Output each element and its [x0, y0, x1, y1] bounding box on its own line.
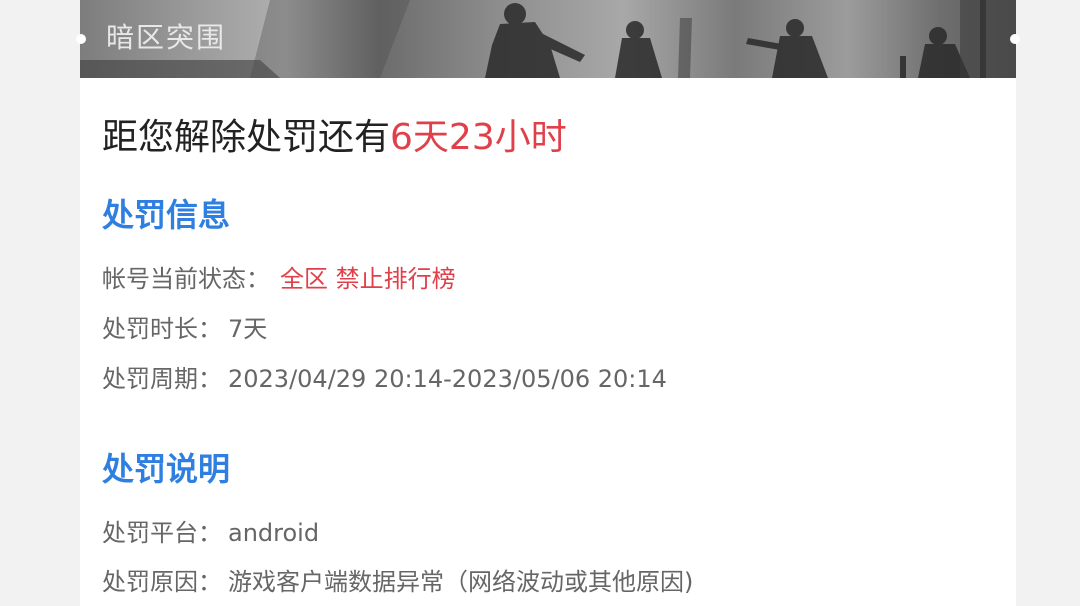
desc-row-platform: 处罚平台： android: [102, 516, 319, 550]
carousel-dot-left: [76, 34, 86, 44]
desc-row-label: 处罚平台：: [102, 519, 222, 547]
game-title: 暗区突围: [106, 21, 227, 54]
countdown-prefix: 距您解除处罚还有: [102, 117, 391, 158]
info-row-label: 处罚时长：: [102, 315, 222, 343]
reason-value: 游戏客户端数据异常（网络波动或其他原因): [228, 568, 694, 596]
desc-row-label: 处罚原因：: [102, 568, 222, 596]
desc-row-reason: 处罚原因： 游戏客户端数据异常（网络波动或其他原因): [102, 565, 693, 599]
penalty-countdown: 距您解除处罚还有6天23小时: [102, 112, 567, 164]
account-status-value: 全区 禁止排行榜: [280, 265, 456, 293]
penalty-info-title: 处罚信息: [102, 196, 231, 234]
carousel-dot-right: [1010, 34, 1020, 44]
duration-value: 7天: [228, 315, 268, 343]
penalty-card: 暗区突围 距您解除处罚还有6天23小时 处罚信息 帐号当前状态： 全区 禁止排行榜…: [80, 0, 1016, 606]
platform-value: android: [228, 519, 320, 547]
info-row-label: 帐号当前状态：: [102, 265, 270, 293]
info-row-period: 处罚周期： 2023/04/29 20:14-2023/05/06 20:14: [102, 362, 667, 396]
info-row-duration: 处罚时长： 7天: [102, 312, 267, 346]
page: 暗区突围 距您解除处罚还有6天23小时 处罚信息 帐号当前状态： 全区 禁止排行榜…: [0, 0, 1080, 606]
countdown-remaining: 6天23小时: [390, 117, 567, 158]
info-row-status: 帐号当前状态： 全区 禁止排行榜: [102, 262, 456, 296]
game-banner: 暗区突围: [80, 0, 1016, 78]
period-value: 2023/04/29 20:14-2023/05/06 20:14: [228, 365, 667, 393]
penalty-desc-title: 处罚说明: [102, 450, 231, 488]
info-row-label: 处罚周期：: [102, 365, 222, 393]
